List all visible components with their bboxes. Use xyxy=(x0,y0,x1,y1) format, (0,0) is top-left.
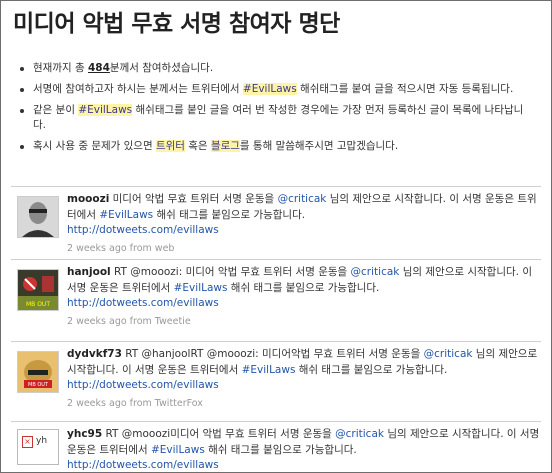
tweet-body: dydvkf73 RT @hanjoolRT @mooozi: 미디어악법 무효… xyxy=(67,347,541,411)
avatar[interactable] xyxy=(17,196,59,238)
avatar[interactable]: × yh xyxy=(17,429,59,465)
tweet-body: mooozi 미디어 악법 무효 트위터 서명 운동을 @criticak 님의… xyxy=(67,192,541,256)
tweet-item: MB OUT hanjool RT @mooozi: 미디어 악법 무효 트위터… xyxy=(11,261,541,339)
svg-text:MB OUT: MB OUT xyxy=(26,301,50,308)
info-count-item: 현재까지 총 484분께서 참여하셨습니다. xyxy=(15,61,531,76)
info-contact-item: 혹시 사용 중 문제가 있으면 트위터 혹은 블로그를 통해 말씀해주시면 고맙… xyxy=(15,139,531,154)
mention-link[interactable]: @criticak xyxy=(278,193,327,205)
hashtag-link[interactable]: #EvilLaws xyxy=(242,364,296,376)
tweet-username[interactable]: hanjool xyxy=(67,266,111,278)
page-frame: 미디어 악법 무효 서명 참여자 명단 현재까지 총 484분께서 참여하셨습니… xyxy=(0,0,552,473)
tweet-username[interactable]: mooozi xyxy=(67,193,109,205)
tweet-item: MB OUT dydvkf73 RT @hanjoolRT @mooozi: 미… xyxy=(11,343,541,421)
participant-count: 484 xyxy=(87,62,110,74)
bullet-icon xyxy=(20,67,24,71)
hashtag-link[interactable]: #EvilLaws xyxy=(78,104,133,116)
info-list: 현재까지 총 484분께서 참여하셨습니다. 서명에 참여하고자 하시는 분께서… xyxy=(15,61,531,160)
hashtag-link[interactable]: #EvilLaws xyxy=(151,444,205,456)
hashtag-link[interactable]: #EvilLaws xyxy=(242,83,297,95)
tweet-url-link[interactable]: http://dotweets.com/evillaws xyxy=(67,459,219,471)
tweet-username[interactable]: dydvkf73 xyxy=(67,348,122,360)
info-howto-item: 서명에 참여하고자 하시는 분께서는 트위터에서 #EvilLaws 해쉬태그를… xyxy=(15,82,531,97)
info-duplicate-item: 같은 분이 #EvilLaws 해쉬태그를 붙인 글을 여러 번 작성한 경우에… xyxy=(15,103,531,133)
tweet-url-link[interactable]: http://dotweets.com/evillaws xyxy=(67,297,219,309)
tweet-item: × yh yhc95 RT @mooozi미디어 악법 무효 트위터 서명 운동… xyxy=(11,423,541,472)
blog-link[interactable]: 블로그 xyxy=(210,140,240,152)
bullet-icon xyxy=(20,145,24,149)
mention-link[interactable]: @criticak xyxy=(351,266,400,278)
svg-text:MB OUT: MB OUT xyxy=(28,382,49,388)
avatar[interactable]: MB OUT xyxy=(17,269,59,311)
tweet-meta: 2 weeks ago from Tweetie xyxy=(67,315,191,327)
mention-link[interactable]: @criticak xyxy=(335,428,384,440)
bullet-icon xyxy=(20,88,24,92)
mention-link[interactable]: @criticak xyxy=(424,348,473,360)
tweet-body: yhc95 RT @mooozi미디어 악법 무효 트위터 서명 운동을 @cr… xyxy=(67,428,540,471)
tweet-url-link[interactable]: http://dotweets.com/evillaws xyxy=(67,224,219,236)
divider xyxy=(11,186,541,187)
divider xyxy=(11,421,541,422)
tweet-meta: 2 weeks ago from TwitterFox xyxy=(67,397,203,409)
tweet-meta: 2 weeks ago from web xyxy=(67,242,175,254)
twitter-link[interactable]: 트위터 xyxy=(155,140,185,152)
broken-image-icon: × xyxy=(22,436,33,448)
divider xyxy=(11,341,541,342)
tweet-body: hanjool RT @mooozi: 미디어 악법 무효 트위터 서명 운동을… xyxy=(67,265,541,329)
hashtag-link[interactable]: #EvilLaws xyxy=(99,209,153,221)
hashtag-link[interactable]: #EvilLaws xyxy=(174,282,228,294)
avatar-alt-text: yh xyxy=(36,436,48,446)
bullet-icon xyxy=(20,109,24,113)
avatar[interactable]: MB OUT xyxy=(17,351,59,393)
divider xyxy=(11,259,541,260)
tweet-url-link[interactable]: http://dotweets.com/evillaws xyxy=(67,379,219,391)
tweet-username[interactable]: yhc95 xyxy=(67,428,102,440)
tweet-item: mooozi 미디어 악법 무효 트위터 서명 운동을 @criticak 님의… xyxy=(11,188,541,258)
page-title: 미디어 악법 무효 서명 참여자 명단 xyxy=(13,11,340,37)
